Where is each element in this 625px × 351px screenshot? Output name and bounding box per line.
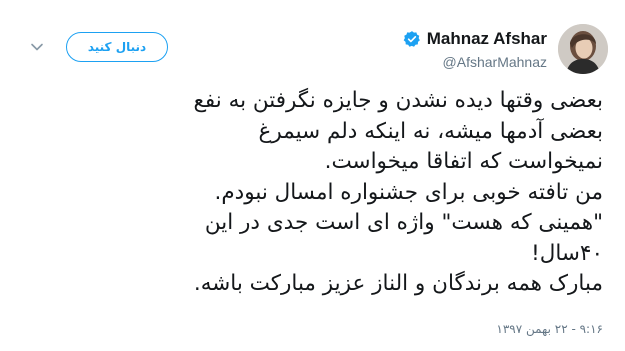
author-block: Mahnaz Afshar @AfsharMahnaz	[403, 28, 547, 70]
user-handle[interactable]: @AfsharMahnaz	[403, 54, 547, 70]
avatar[interactable]	[558, 24, 608, 74]
tweet-line: مبارک همه برندگان و الناز عزیز مبارکت با…	[193, 271, 603, 296]
display-name[interactable]: Mahnaz Afshar	[427, 29, 547, 49]
tweet-timestamp[interactable]: ۹:۱۶ - ۲۲ بهمن ۱۳۹۷	[496, 322, 603, 336]
chevron-down-icon[interactable]	[30, 40, 44, 54]
profile-photo-icon	[558, 24, 608, 74]
verified-badge-icon	[403, 31, 420, 47]
follow-button[interactable]: دنبال کنید	[66, 32, 168, 62]
tweet-line: نمیخواست که اتفاقا میخواست.	[324, 149, 603, 174]
tweet-line: بعضی آدمها میشه، نه اینکه دلم سیمرغ	[258, 118, 603, 144]
tweet-card: Mahnaz Afshar @AfsharMahnaz دنبال کنید ب…	[0, 0, 625, 351]
tweet-line: بعضی وقتها دیده نشدن و جایزه نگرفتن به ن…	[193, 88, 603, 113]
tweet-line: من تافته خوبی برای جشنواره امسال نبودم.	[214, 179, 604, 205]
tweet-line: ۴۰سال!	[531, 240, 603, 266]
tweet-text: بعضی وقتها دیده نشدن و جایزه نگرفتن به ن…	[43, 86, 603, 300]
tweet-line: "همینی که هست" واژه ای است جدی در این	[204, 210, 603, 235]
name-row: Mahnaz Afshar	[403, 28, 547, 50]
